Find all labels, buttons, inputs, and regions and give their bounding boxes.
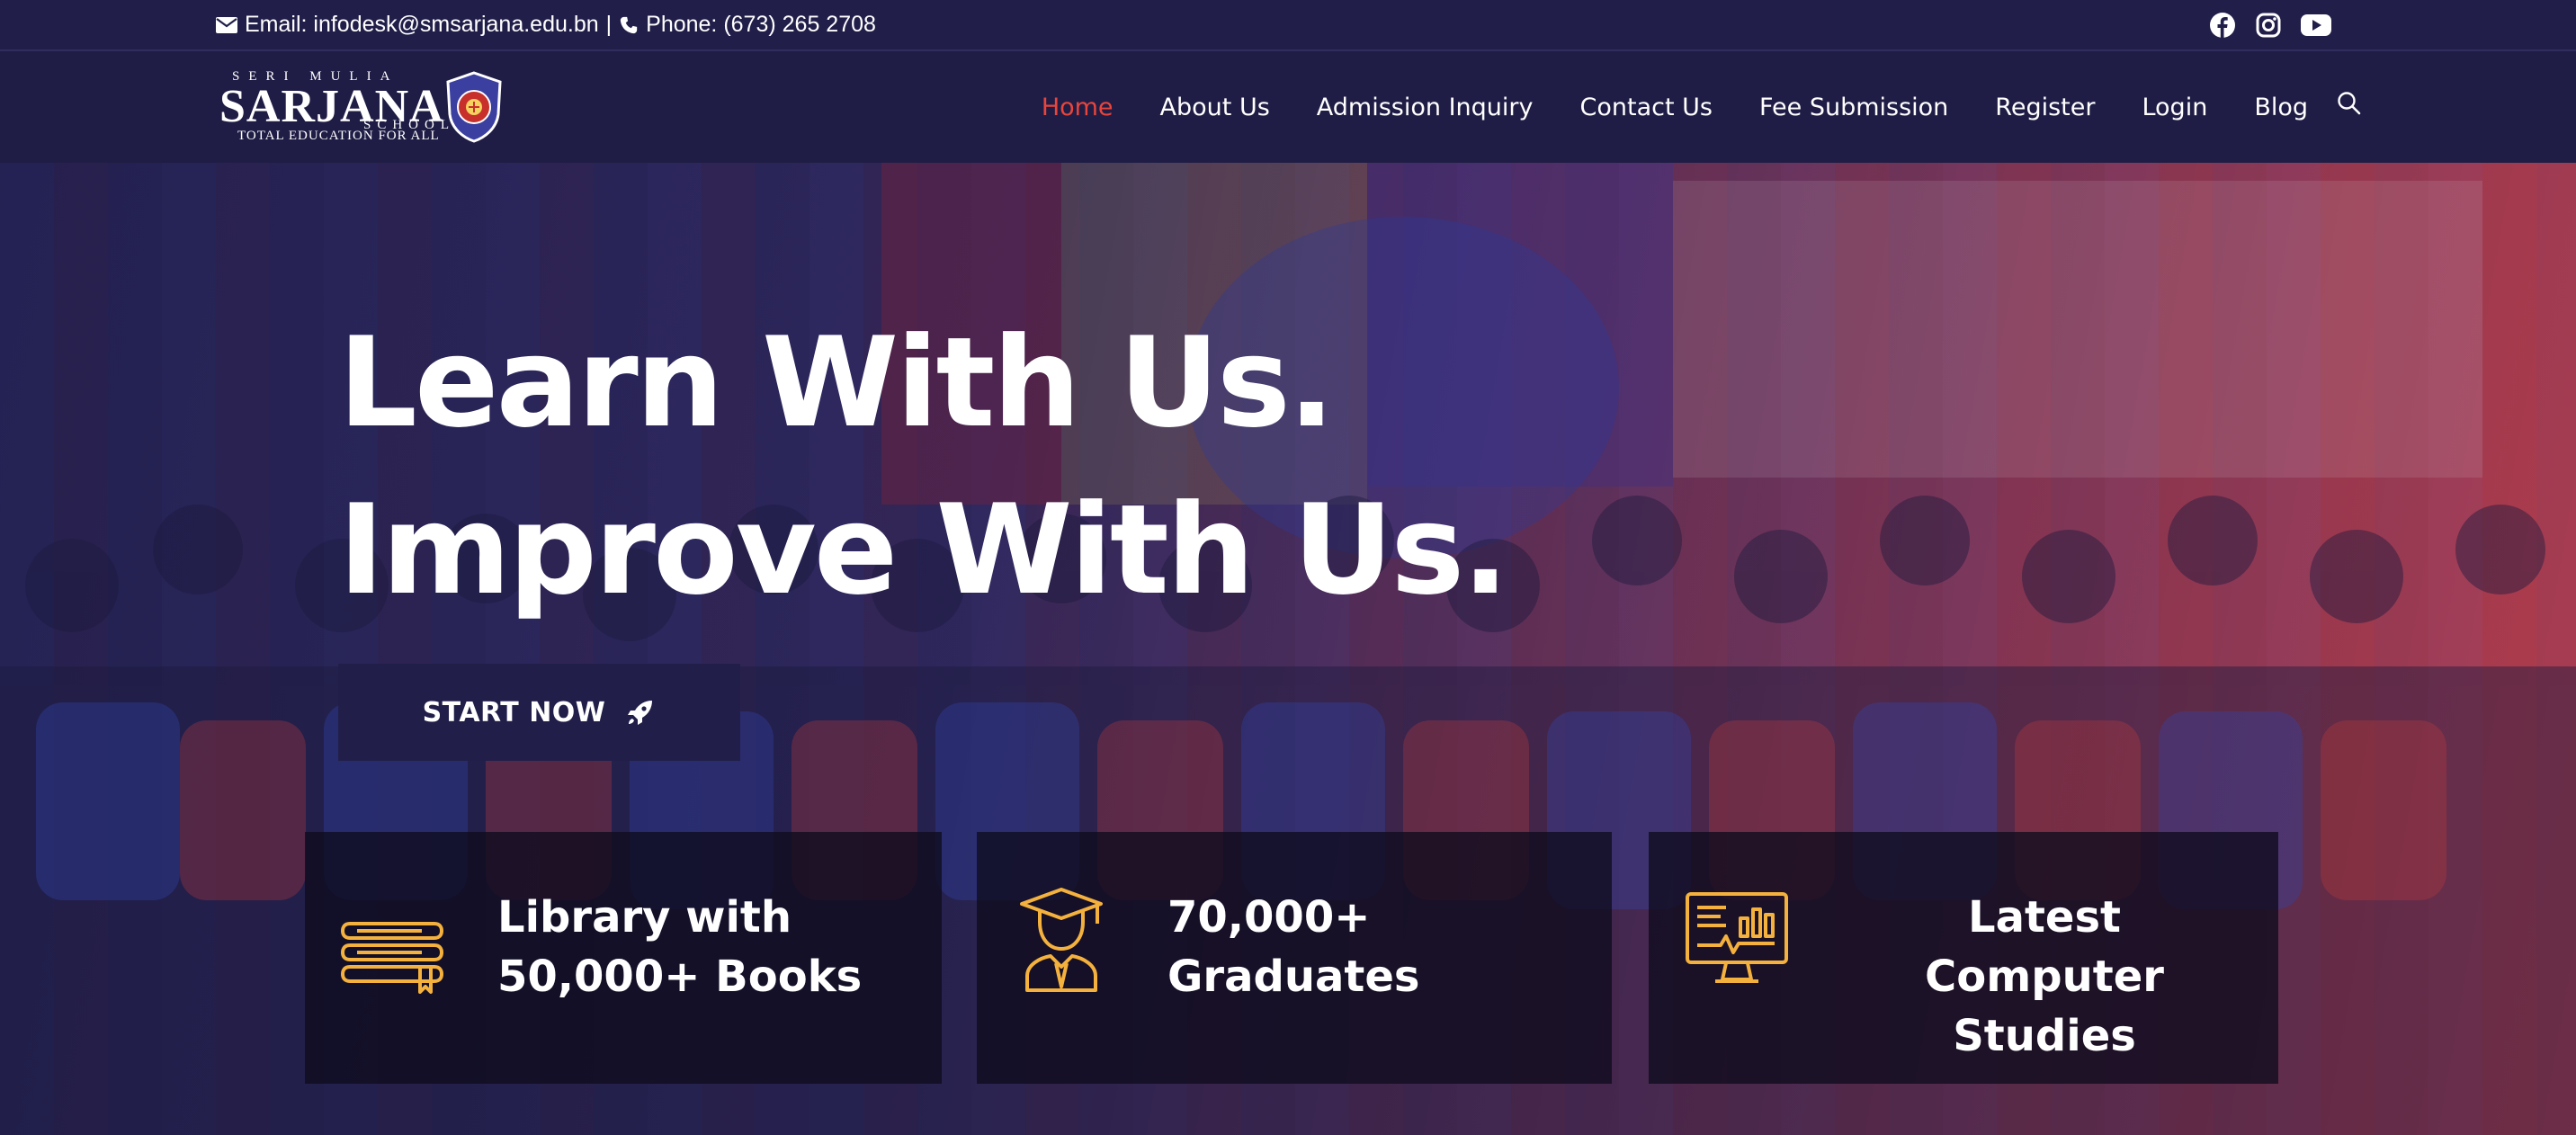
feature-graduates-text: 70,000+ Graduates [1167, 888, 1419, 1006]
main-navbar: SERI MULIA SARJANA SCHOOL TOTAL EDUCATIO… [0, 51, 2576, 163]
start-now-button[interactable]: START NOW [338, 664, 740, 761]
rocket-icon [628, 701, 653, 725]
feature-graduates-line2: Graduates [1167, 952, 1420, 1002]
social-links [2209, 0, 2331, 49]
feature-card-computer: Latest Computer Studies [1649, 832, 2278, 1084]
nav-blog[interactable]: Blog [2254, 94, 2308, 121]
nav-fee-submission[interactable]: Fee Submission [1759, 94, 1948, 121]
facebook-icon[interactable] [2209, 12, 2236, 39]
books-icon [341, 922, 443, 994]
feature-computer-line1: Latest Computer [1925, 892, 2164, 1002]
search-icon[interactable] [2337, 91, 2362, 116]
feature-computer-text: Latest Computer Studies [1856, 888, 2233, 1066]
email-text[interactable]: Email: infodesk@smsarjana.edu.bn [245, 12, 599, 38]
nav-admission-inquiry[interactable]: Admission Inquiry [1317, 94, 1534, 121]
nav-home[interactable]: Home [1042, 94, 1114, 121]
feature-card-library: Library with 50,000+ Books [305, 832, 942, 1084]
school-crest-icon [446, 71, 502, 143]
hero-section: Learn With Us. Improve With Us. START NO… [0, 163, 2576, 1135]
top-contact-bar: Email: infodesk@smsarjana.edu.bn | Phone… [0, 0, 2576, 51]
hero-heading-line1: Learn With Us. [338, 310, 1335, 455]
nav-contact-us[interactable]: Contact Us [1580, 94, 1713, 121]
computer-monitor-icon [1686, 892, 1788, 983]
envelope-icon [216, 16, 237, 33]
feature-library-text: Library with 50,000+ Books [497, 888, 862, 1006]
hero-heading-line2: Improve With Us. [338, 478, 1509, 622]
instagram-icon[interactable] [2256, 13, 2281, 38]
nav-login[interactable]: Login [2142, 94, 2207, 121]
feature-card-graduates: 70,000+ Graduates [977, 832, 1612, 1084]
contact-separator: | [605, 12, 613, 37]
logo-tagline: TOTAL EDUCATION FOR ALL [237, 129, 440, 143]
nav-register[interactable]: Register [1995, 94, 2095, 121]
hero-heading: Learn With Us. Improve With Us. [338, 299, 1509, 634]
feature-computer-line2: Studies [1953, 1011, 2136, 1061]
phone-text[interactable]: Phone: (673) 265 2708 [646, 12, 876, 38]
feature-library-line1: Library with [497, 892, 792, 943]
nav-about-us[interactable]: About Us [1160, 94, 1270, 121]
youtube-icon[interactable] [2301, 13, 2331, 37]
school-logo[interactable]: SERI MULIA SARJANA SCHOOL TOTAL EDUCATIO… [219, 69, 507, 145]
feature-library-line2: 50,000+ Books [497, 952, 863, 1002]
contact-info: Email: infodesk@smsarjana.edu.bn | Phone… [216, 0, 876, 49]
graduate-icon [1020, 888, 1103, 992]
feature-graduates-line1: 70,000+ [1167, 892, 1371, 943]
start-now-label: START NOW [422, 696, 606, 728]
primary-menu: Home About Us Admission Inquiry Contact … [995, 51, 2308, 163]
phone-icon [620, 16, 638, 33]
